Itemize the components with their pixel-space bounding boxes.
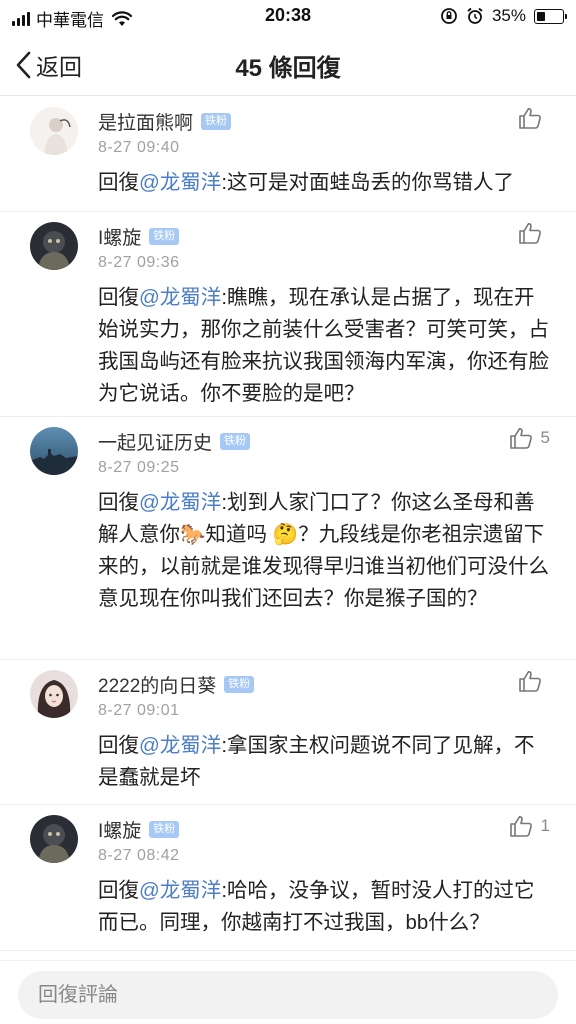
like-button[interactable]: 1 — [509, 815, 550, 837]
reply-time: 8-27 09:01 — [98, 702, 180, 719]
mention-link[interactable]: @龙蜀洋 — [139, 734, 221, 757]
fan-badge: 铁粉 — [149, 227, 180, 245]
battery-icon — [534, 8, 567, 24]
avatar[interactable] — [30, 670, 78, 718]
thumbs-up-icon — [519, 670, 541, 692]
avatar[interactable] — [30, 107, 78, 155]
mention-link[interactable]: @龙蜀洋 — [139, 286, 221, 309]
reply-content[interactable]: 回復@龙蜀洋:哈哈，没争议，暂时没人打的过它而已。同理，你越南打不过我国，bb什… — [98, 875, 576, 939]
back-button[interactable]: 返回 — [14, 48, 82, 82]
avatar[interactable] — [30, 427, 78, 475]
reply-time: 8-27 09:36 — [98, 254, 180, 271]
user-line: 一起见证历史 铁粉 — [98, 427, 576, 455]
avatar[interactable] — [30, 222, 78, 270]
user-line: I螺旋 铁粉 — [98, 222, 576, 250]
thumbs-up-icon — [509, 815, 532, 837]
reply-item: I螺旋 铁粉 8-27 08:42 回復@龙蜀洋:哈哈，没争议，暂时没人打的过它… — [0, 805, 576, 951]
page-title: 45 條回復 — [235, 55, 341, 82]
mention-link[interactable]: @龙蜀洋 — [139, 879, 221, 902]
username[interactable]: 是拉面熊啊 — [98, 108, 193, 135]
thumbs-up-icon — [519, 107, 541, 129]
like-count: 1 — [540, 816, 550, 835]
reply-content[interactable]: 回復@龙蜀洋:划到人家门口了？你这么圣母和善解人意你🐎知道吗 🤔？九段线是你老祖… — [98, 487, 576, 615]
username[interactable]: I螺旋 — [98, 223, 141, 250]
fan-badge: 铁粉 — [201, 112, 232, 130]
reply-prefix: 回復 — [98, 734, 139, 757]
back-label: 返回 — [36, 54, 82, 80]
alarm-icon — [467, 7, 483, 24]
reply-item: 是拉面熊啊 铁粉 8-27 09:40 回復@龙蜀洋:这可是对面蛙岛丢的你骂错人… — [0, 97, 576, 212]
thumbs-up-icon — [519, 222, 541, 244]
reply-item: I螺旋 铁粉 8-27 09:36 回復@龙蜀洋:瞧瞧，现在承认是占据了，现在开… — [0, 212, 576, 417]
reply-prefix: 回復 — [98, 286, 139, 309]
like-button[interactable] — [518, 670, 550, 692]
reply-item: 一起见证历史 铁粉 8-27 09:25 回復@龙蜀洋:划到人家门口了？你这么圣… — [0, 417, 576, 660]
reply-time: 8-27 09:40 — [98, 139, 180, 156]
thumbs-up-icon — [509, 427, 532, 449]
status-right: 35% — [440, 6, 567, 26]
comment-input[interactable] — [18, 971, 558, 1019]
reply-content[interactable]: 回復@龙蜀洋:拿国家主权问题说不同了见解，不是蠢就是坏 — [98, 730, 576, 794]
like-button[interactable] — [518, 222, 550, 244]
nav-bar: 返回 45 條回復 — [0, 34, 576, 96]
user-line: I螺旋 铁粉 — [98, 815, 576, 843]
user-line: 是拉面熊啊 铁粉 — [98, 107, 576, 135]
username[interactable]: 2222的向日葵 — [98, 671, 216, 698]
battery-percent: 35% — [491, 6, 526, 25]
username[interactable]: I螺旋 — [98, 816, 141, 843]
reply-prefix: 回復 — [98, 491, 139, 514]
reply-list: 是拉面熊啊 铁粉 8-27 09:40 回復@龙蜀洋:这可是对面蛙岛丢的你骂错人… — [0, 97, 576, 959]
like-count: 5 — [540, 428, 550, 447]
chevron-left-icon — [16, 51, 31, 79]
reply-text: :这可是对面蛙岛丢的你骂错人了 — [221, 171, 515, 194]
reply-time: 8-27 08:42 — [98, 847, 180, 864]
reply-content[interactable]: 回復@龙蜀洋:瞧瞧，现在承认是占据了，现在开始说实力，那你之前装什么受害者？可笑… — [98, 282, 576, 410]
reply-item: 2222的向日葵 铁粉 8-27 09:01 回復@龙蜀洋:拿国家主权问题说不同… — [0, 660, 576, 805]
avatar[interactable] — [30, 815, 78, 863]
battery-fill — [537, 11, 546, 21]
orientation-lock-icon — [441, 8, 457, 24]
like-button[interactable] — [518, 107, 550, 129]
status-bar: 中華電信 20:38 35% — [0, 0, 576, 32]
username[interactable]: 一起见证历史 — [98, 428, 212, 455]
mention-link[interactable]: @龙蜀洋 — [139, 491, 221, 514]
fan-badge: 铁粉 — [220, 432, 251, 450]
reply-content[interactable]: 回復@龙蜀洋:这可是对面蛙岛丢的你骂错人了 — [98, 167, 576, 199]
reply-time: 8-27 09:25 — [98, 459, 180, 476]
like-button[interactable]: 5 — [509, 427, 550, 449]
user-line: 2222的向日葵 铁粉 — [98, 670, 576, 698]
mention-link[interactable]: @龙蜀洋 — [139, 171, 221, 194]
fan-badge: 铁粉 — [224, 675, 255, 693]
reply-prefix: 回復 — [98, 879, 139, 902]
bottom-bar — [0, 960, 576, 1024]
fan-badge: 铁粉 — [149, 820, 180, 838]
reply-prefix: 回復 — [98, 171, 139, 194]
